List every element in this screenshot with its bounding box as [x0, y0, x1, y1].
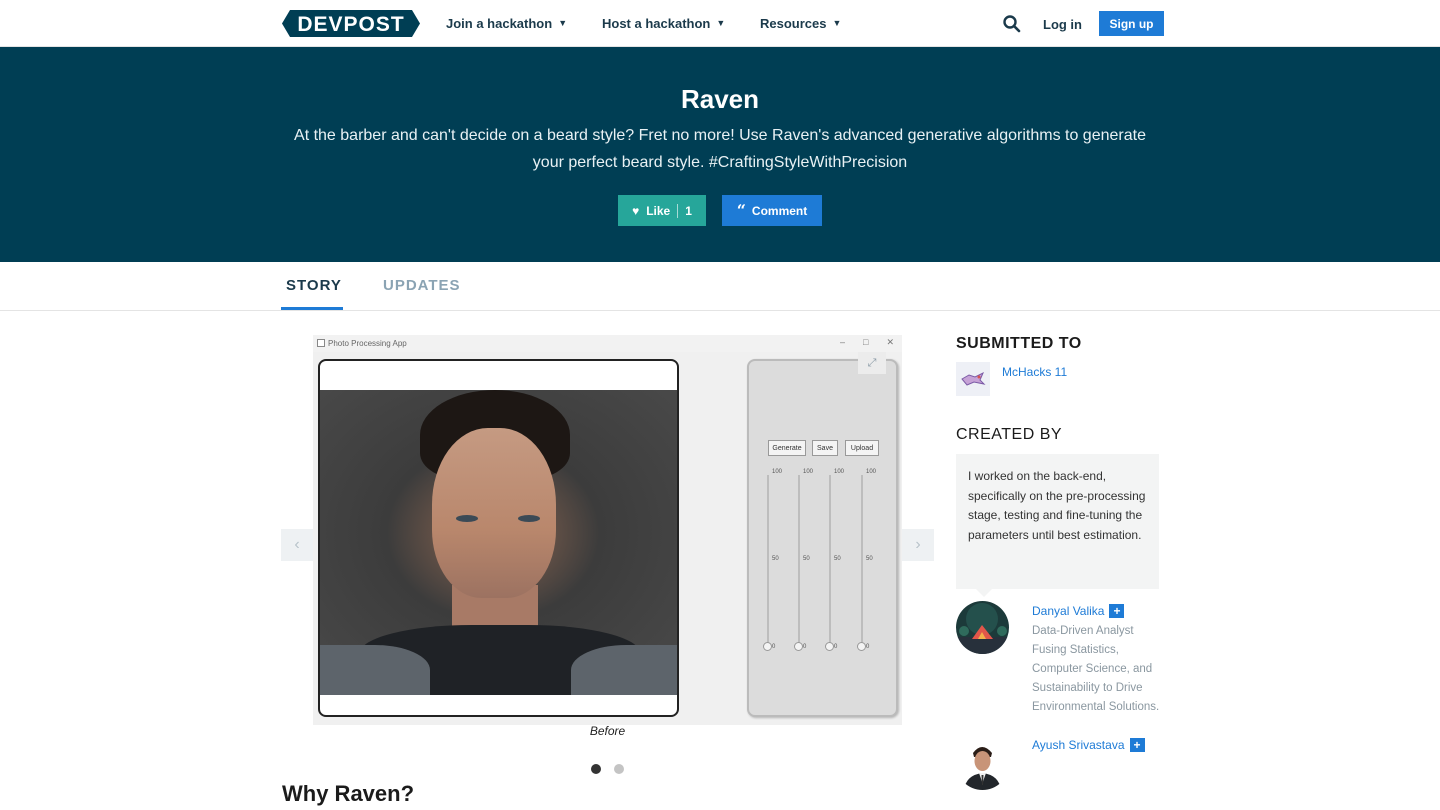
slider-knob — [763, 642, 772, 651]
slider-max-label: 100 — [834, 469, 845, 475]
slider-track — [798, 475, 800, 645]
slider-max-label: 100 — [772, 469, 783, 475]
upload-button: Upload — [845, 440, 879, 456]
app-icon — [317, 339, 325, 347]
like-divider — [677, 203, 679, 218]
nav-join-hackathon[interactable]: Join a hackathon ▼ — [446, 16, 567, 31]
photo-face — [432, 428, 556, 598]
chevron-left-icon: ‹ — [294, 536, 300, 553]
project-tabs: STORY UPDATES — [0, 262, 1440, 311]
photo-panel — [318, 359, 679, 717]
previous-slide-button[interactable]: ‹ — [281, 529, 313, 561]
app-window-titlebar: Photo Processing App – □ ✕ — [313, 335, 902, 352]
gallery-caption: Before — [589, 724, 626, 738]
project-tagline: At the barber and can't decide on a bear… — [294, 127, 1146, 171]
quote-icon: “ — [736, 201, 746, 220]
login-link[interactable]: Log in — [1043, 17, 1082, 32]
slider-mid-label: 50 — [772, 556, 779, 562]
slider-min-label: 0 — [772, 644, 776, 650]
like-button[interactable]: ♥ Like 1 — [618, 195, 706, 226]
app-window-title: Photo Processing App — [328, 339, 407, 348]
controls-panel: Generate Save Upload 100 50 0 100 50 0 1… — [747, 359, 898, 717]
slide-dot-active[interactable] — [591, 764, 601, 774]
follow-plus-icon[interactable]: + — [1129, 738, 1145, 752]
member-name-label: Danyal Valika — [1032, 604, 1105, 618]
slider-min-label: 0 — [834, 644, 838, 650]
hackathon-thumbnail[interactable] — [956, 362, 990, 396]
slide-dot[interactable] — [614, 764, 624, 774]
slider: 100 50 0 — [852, 469, 876, 653]
hackathon-link[interactable]: McHacks 11 — [1002, 365, 1067, 379]
nav-host-label: Host a hackathon — [602, 16, 711, 31]
slider-max-label: 100 — [866, 469, 877, 475]
section-heading: Why Raven? — [282, 781, 415, 806]
slider-mid-label: 50 — [834, 556, 841, 562]
chevron-down-icon: ▼ — [558, 17, 568, 28]
slider: 100 50 0 — [789, 469, 813, 653]
generate-button: Generate — [768, 440, 806, 456]
photo-eye — [518, 515, 540, 522]
avatar[interactable] — [956, 601, 1009, 654]
submitted-to-heading: SUBMITTED TO — [956, 335, 1082, 352]
window-controls: – □ ✕ — [840, 337, 894, 348]
photo-vest — [571, 645, 677, 695]
slider: 100 50 0 — [820, 469, 844, 653]
contribution-bubble: I worked on the back-end, specifically o… — [956, 454, 1159, 589]
chevron-down-icon: ▼ — [832, 17, 842, 28]
slider-track — [861, 475, 863, 645]
slider-min-label: 0 — [803, 644, 807, 650]
logo-text: DEVPOST — [297, 13, 404, 36]
devpost-logo[interactable]: DEVPOST — [282, 10, 420, 37]
nav-host-hackathon[interactable]: Host a hackathon ▼ — [602, 16, 725, 31]
follow-plus-icon[interactable]: + — [1109, 604, 1125, 618]
slider-track — [767, 475, 769, 645]
like-count: 1 — [685, 203, 692, 218]
nav-resources[interactable]: Resources ▼ — [760, 16, 841, 31]
maximize-icon: □ — [863, 337, 869, 347]
top-navigation: DEVPOST Join a hackathon ▼ Host a hackat… — [0, 0, 1440, 47]
heart-icon: ♥ — [632, 203, 640, 218]
close-icon: ✕ — [886, 337, 894, 347]
nav-join-label: Join a hackathon — [446, 16, 553, 31]
member-name[interactable]: Ayush Srivastava + — [1032, 738, 1145, 752]
slider-knob — [857, 642, 866, 651]
signup-button[interactable]: Sign up — [1099, 11, 1164, 36]
slider: 100 50 0 — [758, 469, 782, 653]
member-name-label: Ayush Srivastava — [1032, 738, 1125, 752]
member-name[interactable]: Danyal Valika + — [1032, 604, 1125, 618]
slider-min-label: 0 — [866, 644, 870, 650]
like-label: Like — [646, 203, 671, 218]
slider-knob — [794, 642, 803, 651]
search-icon[interactable] — [1002, 14, 1022, 34]
active-tab-indicator — [281, 307, 343, 310]
next-slide-button[interactable]: › — [902, 529, 934, 561]
app-window-body: Generate Save Upload 100 50 0 100 50 0 1… — [313, 352, 902, 725]
comment-label: Comment — [751, 203, 808, 218]
photo-eye — [456, 515, 478, 522]
minimize-icon: – — [840, 337, 846, 347]
nav-resources-label: Resources — [760, 16, 827, 31]
slider-mid-label: 50 — [866, 556, 873, 562]
chevron-right-icon: › — [915, 536, 921, 553]
slider-track — [829, 475, 831, 645]
gallery-image: Photo Processing App – □ ✕ Generate Save… — [313, 335, 902, 725]
avatar[interactable] — [956, 737, 1009, 790]
created-by-heading: CREATED BY — [956, 426, 1063, 443]
tab-story[interactable]: STORY — [286, 277, 342, 294]
save-button: Save — [812, 440, 838, 456]
member-bio: Data-Driven Analyst Fusing Statistics, C… — [1032, 625, 1160, 713]
portrait-photo — [320, 390, 677, 695]
project-header: Raven At the barber and can't decide on … — [0, 47, 1440, 262]
slider-max-label: 100 — [803, 469, 814, 475]
expand-icon[interactable]: ⤢ — [858, 352, 886, 374]
slider-knob — [825, 642, 834, 651]
bubble-pointer — [976, 589, 992, 597]
tab-updates[interactable]: UPDATES — [383, 277, 461, 294]
slider-mid-label: 50 — [803, 556, 810, 562]
chevron-down-icon: ▼ — [716, 17, 726, 28]
photo-vest — [320, 645, 430, 695]
project-title: Raven — [680, 84, 760, 114]
comment-button[interactable]: “ Comment — [722, 195, 822, 226]
